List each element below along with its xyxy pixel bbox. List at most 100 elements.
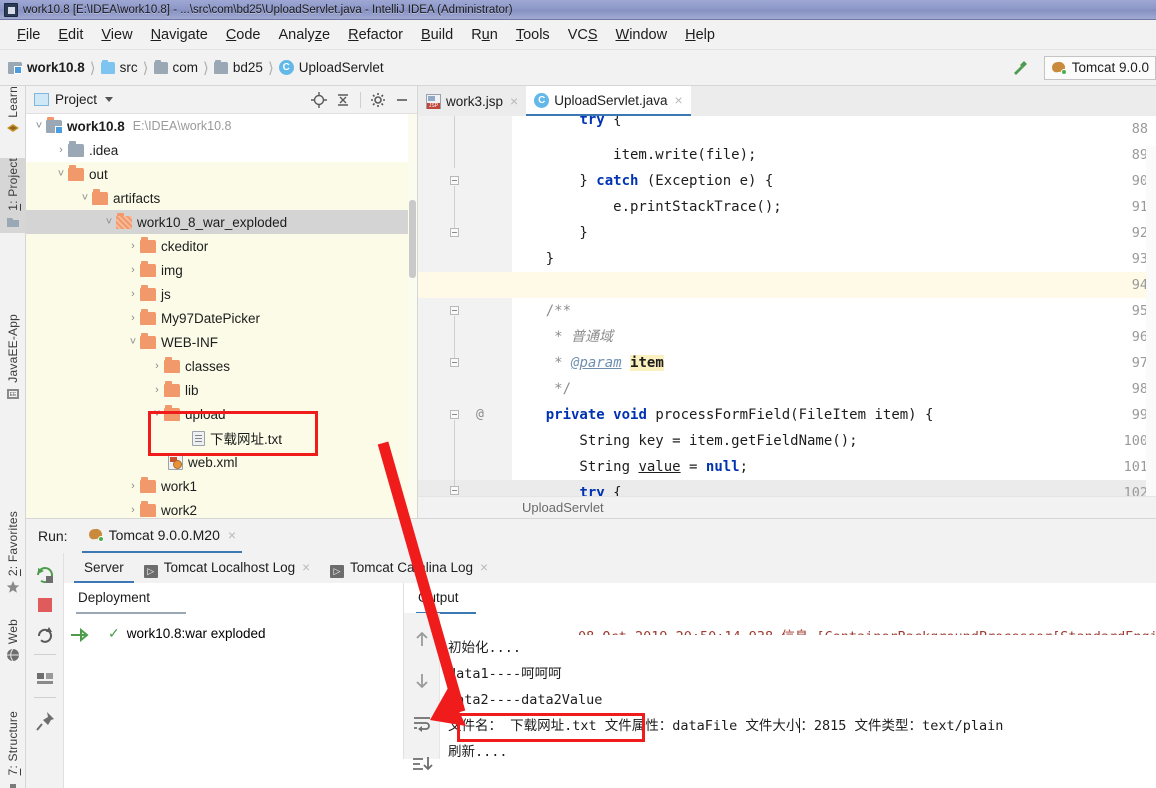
soft-wrap-icon[interactable]: [410, 711, 434, 735]
menu-run[interactable]: Run: [462, 25, 507, 45]
tree-row-web-inf[interactable]: ˅ WEB-INF: [26, 330, 417, 354]
fold-collapse-icon[interactable]: [450, 486, 459, 495]
layout-settings-icon[interactable]: [33, 666, 57, 690]
chevron-down-icon[interactable]: [105, 97, 113, 102]
tree-row-upload[interactable]: ˅ upload: [26, 402, 417, 426]
breadcrumb-bd25[interactable]: bd25: [214, 60, 263, 75]
menu-view[interactable]: View: [92, 25, 141, 45]
locate-icon[interactable]: [308, 89, 330, 111]
sidebar-item-learn[interactable]: Learn: [0, 86, 26, 140]
close-icon[interactable]: ×: [480, 560, 488, 575]
fold-collapse-icon[interactable]: [450, 228, 459, 237]
chevron-down-icon[interactable]: ˅: [78, 186, 92, 210]
deployment-item[interactable]: ✓ work10.8:war exploded: [64, 619, 403, 647]
menu-build[interactable]: Build: [412, 25, 462, 45]
scroll-up-icon[interactable]: [410, 627, 434, 651]
sidebar-item-structure[interactable]: 7: Structure: [0, 711, 26, 788]
project-tree-scrollbar[interactable]: [408, 114, 417, 518]
breadcrumb-module[interactable]: work10.8: [8, 60, 85, 75]
close-icon[interactable]: ×: [228, 527, 236, 543]
menu-edit[interactable]: Edit: [49, 25, 92, 45]
tree-row-download-txt[interactable]: 下载网址.txt: [26, 426, 417, 450]
chevron-right-icon[interactable]: ›: [54, 138, 68, 162]
code-view[interactable]: 88 89 90 91 92 93 94 95 96 97 98 99 100 …: [418, 116, 1156, 496]
deploy-arrow-icon[interactable]: [67, 623, 91, 647]
sidebar-item-project[interactable]: 1: Project: [0, 158, 26, 233]
tree-row-module[interactable]: ˅ work10.8 E:\IDEA\work10.8: [26, 114, 417, 138]
run-configuration-selector[interactable]: Tomcat 9.0.0: [1044, 56, 1156, 80]
chevron-right-icon[interactable]: ›: [126, 282, 140, 306]
chevron-right-icon[interactable]: ›: [126, 498, 140, 518]
fold-collapse-icon[interactable]: [450, 176, 459, 185]
tree-row-my97datepicker[interactable]: › My97DatePicker: [26, 306, 417, 330]
editor-scrollbar[interactable]: [1146, 146, 1156, 496]
menu-help[interactable]: Help: [676, 25, 724, 45]
collapse-all-icon[interactable]: [332, 89, 354, 111]
pin-tab-icon[interactable]: [33, 709, 57, 733]
scrollbar-thumb[interactable]: [409, 200, 416, 278]
chevron-right-icon[interactable]: ›: [126, 306, 140, 330]
code-folding-strip[interactable]: [470, 116, 512, 496]
tree-row-ckeditor[interactable]: › ckeditor: [26, 234, 417, 258]
chevron-down-icon[interactable]: ˅: [32, 114, 46, 138]
sidebar-item-web[interactable]: Web: [0, 619, 26, 666]
menu-tools[interactable]: Tools: [507, 25, 559, 45]
tree-row-web-xml[interactable]: web.xml: [26, 450, 417, 474]
chevron-right-icon[interactable]: ›: [126, 234, 140, 258]
menu-navigate[interactable]: Navigate: [142, 25, 217, 45]
menu-window[interactable]: Window: [607, 25, 677, 45]
override-marker-icon[interactable]: @: [476, 402, 484, 428]
chevron-down-icon[interactable]: ˅: [126, 330, 140, 354]
tab-uploadservlet-java[interactable]: C UploadServlet.java ×: [526, 86, 691, 116]
console-output[interactable]: 08-Oct-2019 20:50:14.938 信息 [ContainerBa…: [440, 613, 1156, 759]
breadcrumb-class[interactable]: C UploadServlet: [279, 60, 384, 75]
tree-row-artifacts[interactable]: ˅ artifacts: [26, 186, 417, 210]
tree-row-classes[interactable]: › classes: [26, 354, 417, 378]
tab-server[interactable]: Server: [74, 553, 134, 583]
breadcrumb-com[interactable]: com: [154, 60, 199, 75]
tree-row-out[interactable]: ˅ out: [26, 162, 417, 186]
menu-code[interactable]: Code: [217, 25, 270, 45]
restart-server-icon[interactable]: [33, 623, 57, 647]
tree-row-work1[interactable]: › work1: [26, 474, 417, 498]
tree-row-js[interactable]: › js: [26, 282, 417, 306]
chevron-down-icon[interactable]: ˅: [54, 162, 68, 186]
fold-collapse-icon[interactable]: [450, 306, 459, 315]
hammer-icon[interactable]: [1008, 57, 1030, 79]
chevron-right-icon[interactable]: ›: [150, 378, 164, 402]
close-icon[interactable]: ×: [302, 560, 310, 575]
editor-breadcrumb[interactable]: UploadServlet: [418, 496, 1156, 518]
tab-tomcat-localhost-log[interactable]: ▷Tomcat Localhost Log×: [134, 553, 320, 583]
code-text[interactable]: try { item.write(file); } catch (Excepti…: [512, 116, 1156, 496]
tree-row-war-exploded[interactable]: ˅ work10_8_war_exploded: [26, 210, 417, 234]
run-config-tab[interactable]: Tomcat 9.0.0.M20 ×: [82, 519, 242, 553]
rerun-icon[interactable]: [33, 563, 57, 587]
tree-row-idea[interactable]: › .idea: [26, 138, 417, 162]
sidebar-item-favorites[interactable]: 2: Favorites: [0, 511, 26, 598]
tree-row-lib[interactable]: › lib: [26, 378, 417, 402]
menu-analyze[interactable]: Analyze: [270, 25, 340, 45]
fold-collapse-icon[interactable]: [450, 358, 459, 367]
fold-collapse-icon[interactable]: [450, 410, 459, 419]
chevron-down-icon[interactable]: ˅: [102, 210, 116, 234]
close-icon[interactable]: ×: [675, 92, 683, 108]
scroll-to-end-icon[interactable]: [410, 753, 434, 777]
tree-row-work2[interactable]: › work2: [26, 498, 417, 518]
menu-refactor[interactable]: Refactor: [339, 25, 412, 45]
stop-icon[interactable]: [33, 593, 57, 617]
chevron-right-icon[interactable]: ›: [126, 474, 140, 498]
scroll-down-icon[interactable]: [410, 669, 434, 693]
sidebar-item-javaee-app[interactable]: JavaEE-App EE: [0, 314, 26, 405]
minimize-icon[interactable]: [391, 89, 413, 111]
menu-file[interactable]: File: [8, 25, 49, 45]
gear-icon[interactable]: [367, 89, 389, 111]
tab-tomcat-catalina-log[interactable]: ▷Tomcat Catalina Log×: [320, 553, 498, 583]
menu-vcs[interactable]: VCS: [559, 25, 607, 45]
chevron-right-icon[interactable]: ›: [126, 258, 140, 282]
tree-row-img[interactable]: › img: [26, 258, 417, 282]
chevron-right-icon[interactable]: ›: [150, 354, 164, 378]
close-icon[interactable]: ×: [510, 93, 518, 109]
chevron-down-icon[interactable]: ˅: [150, 402, 164, 426]
breadcrumb-src[interactable]: src: [101, 60, 138, 75]
tab-work3-jsp[interactable]: work3.jsp ×: [418, 86, 526, 116]
